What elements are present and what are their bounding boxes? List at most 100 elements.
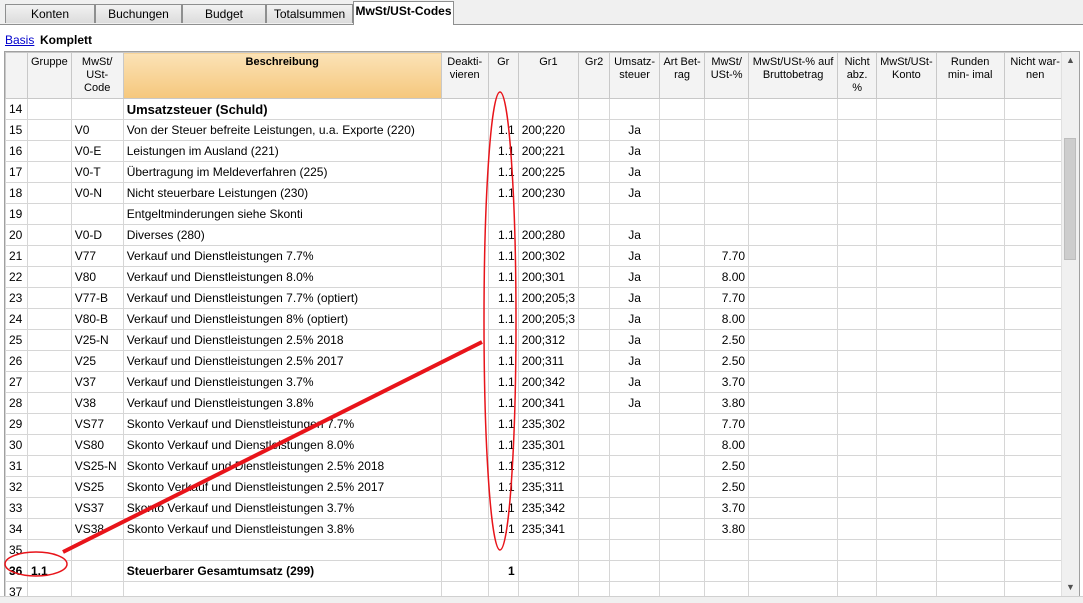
cell-gr1[interactable] [517, 581, 580, 596]
cell-gr1[interactable]: 200;311 [517, 350, 580, 372]
cell-deaktivieren[interactable] [440, 392, 489, 414]
cell-code[interactable] [70, 560, 124, 582]
cell-art-betrag[interactable] [659, 182, 706, 204]
cell-nicht-warnen[interactable] [1003, 224, 1067, 246]
cell-gr2[interactable] [578, 560, 611, 582]
cell-code[interactable] [70, 98, 124, 120]
cell-nicht-warnen[interactable] [1003, 245, 1067, 267]
cell-brutto[interactable] [748, 350, 839, 372]
cell-gr1[interactable]: 200;205;3 [517, 308, 580, 330]
cell-runden[interactable] [935, 203, 1005, 225]
cell-gruppe[interactable] [27, 581, 72, 596]
cell-art-betrag[interactable] [659, 371, 706, 393]
cell-deaktivieren[interactable] [440, 350, 489, 372]
vertical-scrollbar[interactable]: ▲ ▼ [1061, 52, 1079, 596]
cell-gr[interactable] [487, 203, 519, 225]
cell-gr1[interactable]: 200;341 [517, 392, 580, 414]
col-header-deaktivieren[interactable]: Deakti- vieren [440, 52, 489, 99]
col-header-art-betrag[interactable]: Art Bet- rag [659, 52, 706, 99]
cell-nicht-abz[interactable] [837, 203, 878, 225]
cell-deaktivieren[interactable] [440, 98, 489, 120]
cell-nicht-abz[interactable] [837, 140, 878, 162]
tab-buchungen[interactable]: Buchungen [95, 4, 182, 23]
table-row[interactable]: 27 V37 Verkauf und Dienstleistungen 3.7% 1.… [5, 371, 1067, 393]
cell-gruppe[interactable] [27, 413, 72, 435]
cell-art-betrag[interactable] [659, 392, 706, 414]
cell-konto[interactable] [876, 224, 937, 246]
cell-beschreibung[interactable]: Verkauf und Dienstleistungen 7.7% (optie… [122, 287, 442, 309]
cell-deaktivieren[interactable] [440, 308, 489, 330]
cell-gr2[interactable] [578, 161, 611, 183]
cell-nicht-warnen[interactable] [1003, 518, 1067, 540]
cell-gruppe[interactable] [27, 476, 72, 498]
cell-gruppe[interactable]: 1.1 [27, 560, 72, 582]
cell-konto[interactable] [876, 371, 937, 393]
cell-konto[interactable] [876, 350, 937, 372]
cell-prozent[interactable]: 2.50 [704, 329, 750, 351]
col-header-code[interactable]: MwSt/ USt-Code [70, 52, 124, 99]
cell-gr1[interactable]: 200;220 [517, 119, 580, 141]
cell-gr[interactable]: 1.1 [487, 245, 519, 267]
cell-deaktivieren[interactable] [440, 518, 489, 540]
cell-prozent[interactable]: 8.00 [704, 266, 750, 288]
cell-deaktivieren[interactable] [440, 182, 489, 204]
cell-gr1[interactable]: 235;302 [517, 413, 580, 435]
table-row[interactable]: 32 VS25 Skonto Verkauf und Dienstleistunge… [5, 476, 1067, 498]
cell-beschreibung[interactable]: Verkauf und Dienstleistungen 8.0% [122, 266, 442, 288]
cell-konto[interactable] [876, 434, 937, 456]
cell-gr1[interactable]: 200;230 [517, 182, 580, 204]
cell-umsatzsteuer[interactable] [609, 434, 661, 456]
cell-nicht-abz[interactable] [837, 287, 878, 309]
cell-deaktivieren[interactable] [440, 161, 489, 183]
cell-brutto[interactable] [748, 581, 839, 596]
cell-code[interactable]: V0 [70, 119, 124, 141]
cell-gruppe[interactable] [27, 287, 72, 309]
cell-prozent[interactable]: 2.50 [704, 455, 750, 477]
cell-prozent[interactable]: 7.70 [704, 287, 750, 309]
cell-gr2[interactable] [578, 455, 611, 477]
cell-gr2[interactable] [578, 308, 611, 330]
cell-umsatzsteuer[interactable]: Ja [609, 224, 661, 246]
cell-beschreibung[interactable]: Verkauf und Dienstleistungen 7.7% [122, 245, 442, 267]
table-row[interactable]: 23 V77-B Verkauf und Dienstleistungen 7.7%… [5, 287, 1067, 309]
cell-beschreibung[interactable]: Diverses (280) [122, 224, 442, 246]
cell-art-betrag[interactable] [659, 497, 706, 519]
cell-beschreibung[interactable]: Skonto Verkauf und Dienstleistungen 2.5%… [122, 476, 442, 498]
cell-gr[interactable]: 1.1 [487, 413, 519, 435]
scrollbar-thumb[interactable] [1064, 138, 1076, 260]
cell-gr2[interactable] [578, 434, 611, 456]
cell-nicht-abz[interactable] [837, 392, 878, 414]
cell-code[interactable]: V0-T [70, 161, 124, 183]
col-header-gruppe[interactable]: Gruppe [27, 52, 72, 99]
cell-gr2[interactable] [578, 119, 611, 141]
cell-umsatzsteuer[interactable] [609, 413, 661, 435]
table-row[interactable]: 31 VS25-N Skonto Verkauf und Dienstleistun… [5, 455, 1067, 477]
cell-deaktivieren[interactable] [440, 539, 489, 561]
cell-code[interactable]: V0-D [70, 224, 124, 246]
cell-nicht-warnen[interactable] [1003, 434, 1067, 456]
cell-nicht-warnen[interactable] [1003, 329, 1067, 351]
cell-gr[interactable]: 1.1 [487, 476, 519, 498]
scroll-up-arrow-icon[interactable]: ▲ [1062, 52, 1079, 69]
cell-umsatzsteuer[interactable] [609, 203, 661, 225]
cell-art-betrag[interactable] [659, 308, 706, 330]
cell-deaktivieren[interactable] [440, 224, 489, 246]
cell-nicht-abz[interactable] [837, 497, 878, 519]
col-header-nicht-warnen[interactable]: Nicht war- nen [1003, 52, 1067, 99]
cell-gr2[interactable] [578, 182, 611, 204]
cell-nicht-abz[interactable] [837, 308, 878, 330]
cell-runden[interactable] [935, 161, 1005, 183]
cell-gr[interactable]: 1.1 [487, 161, 519, 183]
cell-art-betrag[interactable] [659, 140, 706, 162]
cell-gr1[interactable] [517, 560, 580, 582]
cell-art-betrag[interactable] [659, 98, 706, 120]
cell-konto[interactable] [876, 518, 937, 540]
cell-gr1[interactable]: 235;342 [517, 497, 580, 519]
cell-code[interactable]: VS77 [70, 413, 124, 435]
cell-brutto[interactable] [748, 413, 839, 435]
cell-nicht-abz[interactable] [837, 518, 878, 540]
cell-gruppe[interactable] [27, 245, 72, 267]
cell-art-betrag[interactable] [659, 581, 706, 596]
cell-prozent[interactable]: 3.80 [704, 392, 750, 414]
cell-gr2[interactable] [578, 98, 611, 120]
